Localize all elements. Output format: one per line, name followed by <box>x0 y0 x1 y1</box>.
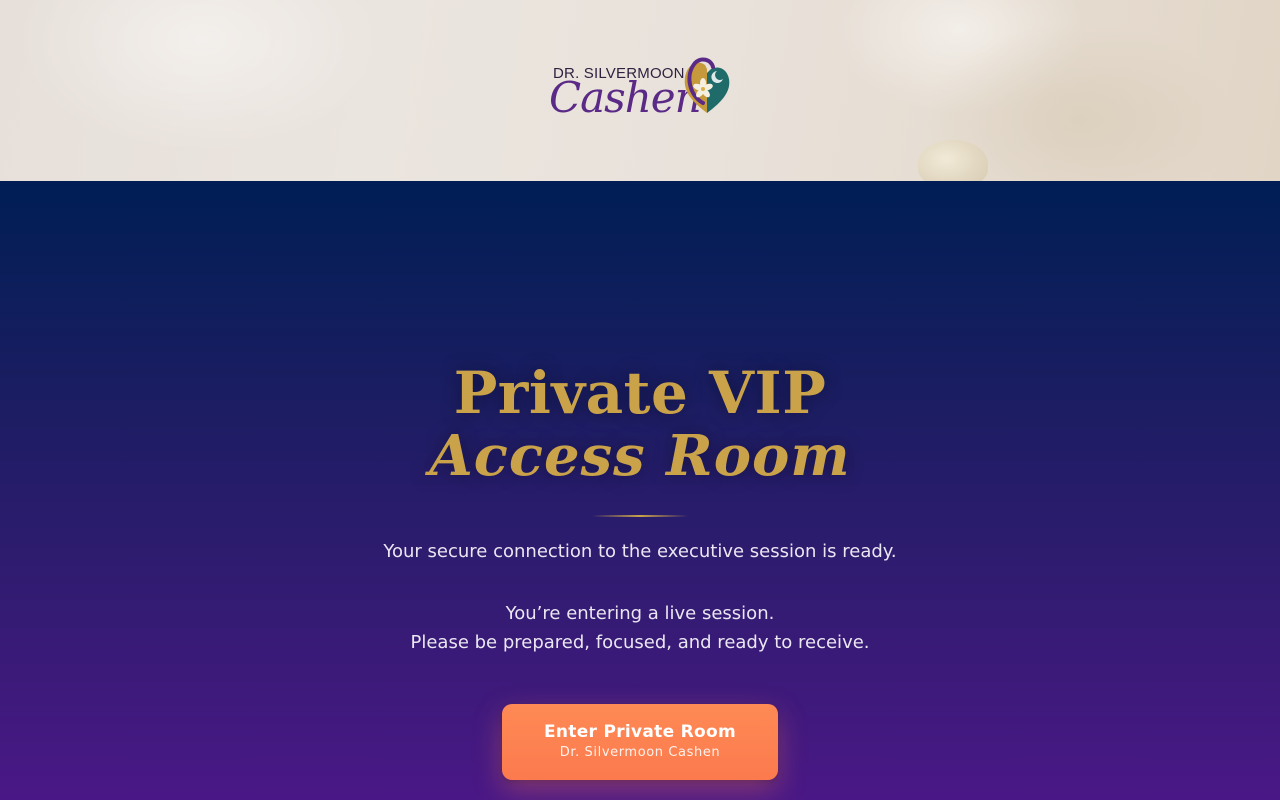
background-petal <box>918 140 988 181</box>
gold-divider <box>592 515 688 517</box>
brand-logo[interactable]: DR. SILVERMOON Cashen <box>548 55 734 125</box>
heart-flower-logo-icon <box>684 57 730 113</box>
site-header: DR. SILVERMOON Cashen <box>0 0 1280 181</box>
logo-script-text: Cashen <box>549 73 702 122</box>
cta-label: Enter Private Room <box>543 722 737 742</box>
session-message: You’re entering a live session. Please b… <box>0 599 1280 657</box>
enter-private-room-button[interactable]: Enter Private Room Dr. Silvermoon Cashen <box>502 704 778 780</box>
title-line-2: Access Room <box>429 423 851 489</box>
cta-sublabel: Dr. Silvermoon Cashen <box>559 745 721 760</box>
session-message-line-2: Please be prepared, focused, and ready t… <box>410 632 870 653</box>
connection-status-text: Your secure connection to the executive … <box>383 541 897 562</box>
session-message-line-1: You’re entering a live session. <box>505 603 775 624</box>
page-title: Private VIP Access Room <box>0 361 1280 487</box>
vip-access-section: Private VIP Access Room Your secure conn… <box>0 181 1280 800</box>
title-line-1: Private VIP <box>453 359 827 427</box>
